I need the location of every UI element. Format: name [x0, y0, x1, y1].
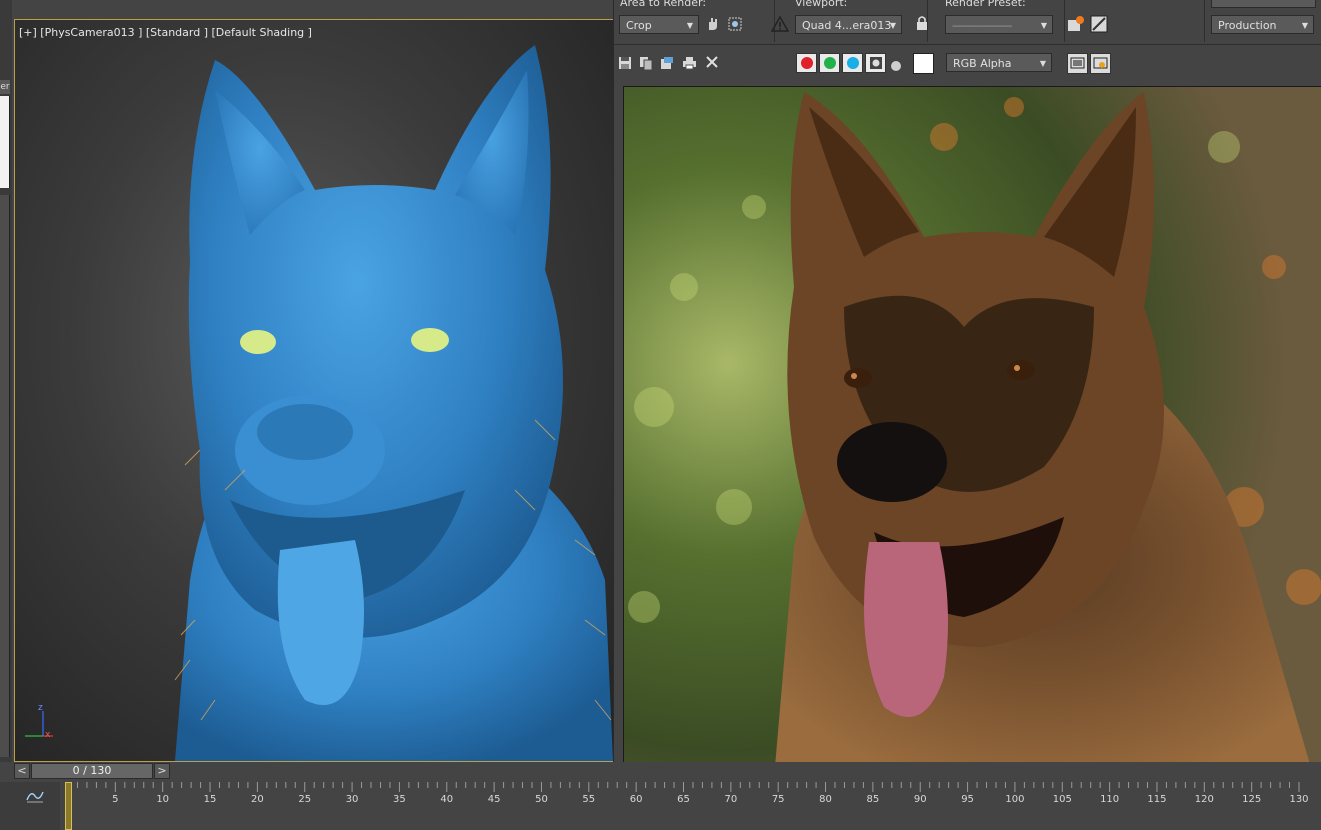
- edit-region-icon[interactable]: [704, 15, 722, 33]
- production-dropdown[interactable]: Production ▼: [1211, 15, 1314, 34]
- toolbar-separator: [1204, 0, 1205, 42]
- timeline-tick-label: 5: [112, 794, 119, 805]
- chevron-down-icon: ▼: [1040, 21, 1047, 30]
- timeline-tick-label: 100: [1005, 794, 1025, 805]
- render-preset-label: Render Preset:: [945, 0, 1026, 9]
- warning-icon[interactable]: [770, 15, 790, 37]
- dog-model-shaded: [174, 45, 613, 761]
- blue-channel-toggle[interactable]: [842, 53, 863, 73]
- timeline-tick-label: 60: [629, 794, 643, 805]
- timeline-tick-label: 95: [961, 794, 974, 805]
- timeline-tick-label: 110: [1100, 794, 1120, 805]
- axis-gizmo-icon: [25, 711, 53, 737]
- prev-frame-label: <: [17, 764, 27, 777]
- channel-toggles: [796, 52, 908, 74]
- timeline-tick-label: 10: [156, 794, 170, 805]
- display-channel-dropdown[interactable]: RGB Alpha ▼: [946, 53, 1052, 72]
- toolbar-divider: [614, 44, 1321, 45]
- timeline-tick-label: 70: [724, 794, 738, 805]
- timeline-tick-label: 50: [535, 794, 548, 805]
- timeline-tick-label: 75: [771, 794, 785, 805]
- toggle-ui-icon[interactable]: [1090, 53, 1111, 74]
- time-slider-thumb[interactable]: 0 / 130: [31, 763, 153, 779]
- time-slider-prev-button[interactable]: <: [14, 763, 30, 779]
- rendered-frame-window: Area to Render: Viewport: Render Preset:…: [613, 0, 1321, 779]
- display-channel-value: RGB Alpha: [953, 57, 1012, 70]
- viewport-dropdown-label: Viewport:: [795, 0, 848, 9]
- timeline-tick-label: 105: [1052, 794, 1072, 805]
- timeline-tick-label: 20: [251, 794, 264, 805]
- current-frame-marker[interactable]: [65, 782, 72, 830]
- camera-viewport[interactable]: [+] [PhysCamera013 ] [Standard ] [Defaul…: [14, 19, 614, 762]
- toolbar-separator: [1064, 0, 1065, 42]
- timeline-tick-label: 90: [913, 794, 927, 805]
- render-preset-value: --------------------: [952, 19, 1012, 32]
- timeline-tick-label: 115: [1147, 794, 1167, 805]
- time-slider[interactable]: < 0 / 130 >: [14, 763, 170, 779]
- print-icon[interactable]: [682, 55, 697, 74]
- area-to-render-value: Crop: [626, 19, 652, 32]
- clone-frame-icon[interactable]: [660, 55, 674, 74]
- chevron-down-icon: ▼: [1301, 21, 1308, 30]
- copy-image-icon[interactable]: [639, 55, 653, 74]
- timeline-tick-label: 120: [1194, 794, 1214, 805]
- render-preset-dropdown[interactable]: -------------------- ▼: [945, 15, 1053, 34]
- area-to-render-label: Area to Render:: [620, 0, 707, 9]
- timeline-tick-label: 15: [203, 794, 217, 805]
- timeline-tick-label: 35: [393, 794, 406, 805]
- monochrome-toggle[interactable]: [890, 57, 902, 76]
- panel-list[interactable]: [0, 96, 10, 188]
- frame-counter: 0 / 130: [72, 764, 112, 777]
- save-image-icon[interactable]: [618, 55, 632, 74]
- timeline-tick-label: 85: [866, 794, 880, 805]
- timeline-area: < 0 / 130 > 0510152025303540455055606570…: [0, 762, 1321, 830]
- timeline-tick-labels: 0510152025303540455055606570758085909510…: [0, 794, 1321, 808]
- timeline-tick-label: 30: [345, 794, 359, 805]
- command-panel-strip: er: [0, 0, 12, 762]
- timeline-tick-label: 25: [298, 794, 312, 805]
- alpha-channel-toggle[interactable]: [865, 53, 886, 73]
- render-setup-icon[interactable]: [1067, 15, 1085, 37]
- rendered-dog-image: [624, 87, 1321, 778]
- environment-icon[interactable]: [1090, 15, 1108, 37]
- chevron-down-icon: ▼: [686, 21, 693, 30]
- viewport-value: Quad 4...era013: [802, 19, 892, 32]
- timeline-tick-label: 80: [819, 794, 832, 805]
- axis-x-label: x: [45, 730, 51, 740]
- chevron-down-icon: ▼: [889, 21, 896, 30]
- production-value: Production: [1218, 19, 1277, 32]
- timeline-tick-label: 40: [440, 794, 454, 805]
- toggle-ui-overlays-icon[interactable]: [1067, 53, 1088, 74]
- timeline-tick-label: 65: [677, 794, 690, 805]
- panel-tab-label: er: [0, 82, 10, 92]
- clear-icon[interactable]: [705, 54, 719, 73]
- lock-icon[interactable]: [915, 15, 929, 35]
- next-frame-label: >: [157, 764, 167, 777]
- track-bar[interactable]: 0510152025303540455055606570758085909510…: [0, 782, 1321, 830]
- auto-region-icon[interactable]: [726, 15, 744, 33]
- panel-tab[interactable]: er: [0, 80, 10, 94]
- render-button[interactable]: [1211, 0, 1316, 8]
- chevron-down-icon: ▼: [1039, 59, 1046, 68]
- red-channel-toggle[interactable]: [796, 53, 817, 73]
- area-to-render-dropdown[interactable]: Crop ▼: [619, 15, 699, 34]
- timeline-tick-label: 45: [487, 794, 501, 805]
- axis-z-label: z: [38, 703, 43, 713]
- viewport-dropdown[interactable]: Quad 4...era013 ▼: [795, 15, 902, 34]
- rendered-image[interactable]: [623, 86, 1321, 779]
- green-channel-toggle[interactable]: [819, 53, 840, 73]
- timeline-tick-label: 130: [1289, 794, 1309, 805]
- timeline-tick-label: 125: [1242, 794, 1262, 805]
- background-color-swatch[interactable]: [913, 53, 934, 74]
- timeline-tick-label: 55: [582, 794, 596, 805]
- panel-body: [0, 195, 10, 757]
- time-slider-next-button[interactable]: >: [154, 763, 170, 779]
